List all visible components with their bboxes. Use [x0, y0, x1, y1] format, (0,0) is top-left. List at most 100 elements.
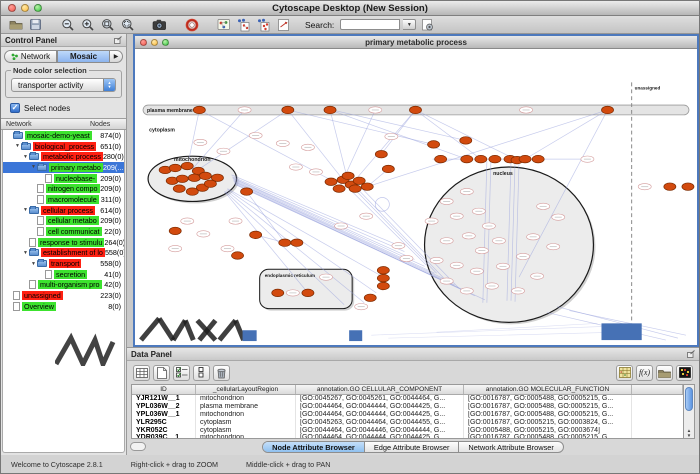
- create-attribute-button[interactable]: [153, 365, 170, 381]
- expander-icon[interactable]: ▼: [14, 143, 21, 149]
- attribute-unselect-button[interactable]: [193, 365, 210, 381]
- graph-node-selected[interactable]: [291, 239, 303, 246]
- graph-node-selected[interactable]: [325, 178, 337, 185]
- graph-node-selected[interactable]: [364, 294, 376, 301]
- graph-node-selected[interactable]: [519, 155, 531, 162]
- graph-node-selected[interactable]: [361, 183, 373, 190]
- network-view-titlebar[interactable]: primary metabolic process: [135, 36, 697, 49]
- search-options-button[interactable]: [419, 17, 436, 32]
- zoom-window-icon[interactable]: [162, 39, 169, 46]
- scrollbar-thumb[interactable]: [685, 387, 693, 411]
- column-header[interactable]: _cellularLayoutRegion: [196, 385, 296, 394]
- graph-node-selected[interactable]: [460, 137, 472, 144]
- graph-node-selected[interactable]: [382, 165, 394, 172]
- tree-row[interactable]: nucleobase-209(0): [3, 173, 124, 184]
- graph-node-selected[interactable]: [186, 188, 198, 195]
- tree-row[interactable]: macromolecule311(0): [3, 194, 124, 205]
- tree-row[interactable]: nitrogen compo209(0): [3, 183, 124, 194]
- graph-node-selected[interactable]: [169, 164, 181, 171]
- minimize-icon[interactable]: [21, 4, 29, 12]
- float-panel-icon[interactable]: [687, 350, 695, 358]
- graph-node-selected[interactable]: [199, 172, 211, 179]
- graph-node-selected[interactable]: [435, 155, 447, 162]
- tree-row[interactable]: secretion41(0): [3, 269, 124, 280]
- tab-edge-attribute-browser[interactable]: Edge Attribute Browser: [365, 442, 460, 452]
- column-header[interactable]: ID: [132, 385, 196, 394]
- graph-node-selected[interactable]: [489, 155, 501, 162]
- graph-node-selected[interactable]: [302, 289, 314, 296]
- graph-node-selected[interactable]: [601, 106, 613, 113]
- zoom-selected-button[interactable]: [119, 17, 136, 32]
- graph-node-selected[interactable]: [475, 155, 487, 162]
- scroll-down-icon[interactable]: ▼: [687, 433, 691, 438]
- attribute-checklist-button[interactable]: [173, 365, 190, 381]
- graph-node-selected[interactable]: [428, 141, 440, 148]
- table-row[interactable]: YKR052Ccytoplasm[GO:0044464, GO:0044446,…: [132, 427, 683, 435]
- expander-icon[interactable]: ▼: [30, 164, 37, 170]
- graph-node-selected[interactable]: [282, 106, 294, 113]
- graph-node-selected[interactable]: [173, 185, 185, 192]
- tree-row[interactable]: ▼transport558(0): [3, 258, 124, 269]
- graph-node-selected[interactable]: [353, 177, 365, 184]
- tree-row[interactable]: cell communicat22(0): [3, 226, 124, 237]
- help-button[interactable]: [183, 17, 200, 32]
- graph-node-selected[interactable]: [193, 106, 205, 113]
- tab-overflow-button[interactable]: ▶: [110, 50, 123, 63]
- float-panel-icon[interactable]: [114, 36, 122, 44]
- graph-node-selected[interactable]: [279, 239, 291, 246]
- graph-node-selected[interactable]: [324, 106, 336, 113]
- graph-node-selected[interactable]: [333, 185, 345, 192]
- tree-row[interactable]: cellular metabo209(0): [3, 216, 124, 227]
- column-header[interactable]: annotation.GO MOLECULAR_FUNCTION: [464, 385, 632, 394]
- graph-node-selected[interactable]: [377, 267, 389, 274]
- snapshot-button[interactable]: [151, 17, 168, 32]
- tree-row[interactable]: ▼primary metabo209(...: [3, 162, 124, 173]
- graph-node-selected[interactable]: [250, 231, 262, 238]
- graph-node-selected[interactable]: [377, 274, 389, 281]
- close-icon[interactable]: [140, 39, 147, 46]
- tree-row[interactable]: ▼establishment of lo558(0): [3, 248, 124, 259]
- select-attributes-button[interactable]: [133, 365, 150, 381]
- table-h-scrollbar[interactable]: [130, 442, 146, 451]
- graph-node-selected[interactable]: [181, 162, 193, 169]
- table-row[interactable]: YLR295Ccytoplasm[GO:0045263, GO:0044464,…: [132, 419, 683, 427]
- formula-builder-button[interactable]: f(x): [636, 365, 653, 381]
- graph-node-selected[interactable]: [188, 174, 200, 181]
- table-scrollbar[interactable]: ▲ ▼: [683, 385, 694, 438]
- zoom-out-button[interactable]: [59, 17, 76, 32]
- node-color-combo[interactable]: transporter activity ▲▼: [11, 78, 116, 92]
- minimize-icon[interactable]: [151, 39, 158, 46]
- graph-node-selected[interactable]: [176, 175, 188, 182]
- tree-row[interactable]: ▼cellular process614(0): [3, 205, 124, 216]
- open-button[interactable]: [7, 17, 24, 32]
- table-row[interactable]: YPL036W__1mitochondrion[GO:0044464, GO:0…: [132, 411, 683, 419]
- graph-node-selected[interactable]: [532, 155, 544, 162]
- graph-node-selected[interactable]: [204, 180, 216, 187]
- network-canvas[interactable]: plasma membranecytoplasmmitochondrionnuc…: [135, 49, 697, 345]
- column-header[interactable]: annotation.GO CELLULAR_COMPONENT: [296, 385, 464, 394]
- tree-row[interactable]: response to stimulu264(0): [3, 237, 124, 248]
- tree-row[interactable]: ▼metabolic process280(0): [3, 151, 124, 162]
- tree-row[interactable]: unassigned223(0): [3, 290, 124, 301]
- tab-node-attribute-browser[interactable]: Node Attribute Browser: [263, 442, 365, 452]
- network-overview-button[interactable]: [215, 17, 232, 32]
- graph-node-selected[interactable]: [342, 172, 354, 179]
- expander-icon[interactable]: ▼: [22, 250, 29, 256]
- graph-node-selected[interactable]: [461, 155, 473, 162]
- tree-row[interactable]: Overview8(0): [3, 301, 124, 312]
- graph-node-selected[interactable]: [377, 282, 389, 289]
- zoom-window-icon[interactable]: [34, 4, 42, 12]
- clone-network-button[interactable]: [235, 17, 252, 32]
- search-dropdown-button[interactable]: ▼: [403, 19, 416, 30]
- graph-node-selected[interactable]: [349, 185, 361, 192]
- graph-node-selected[interactable]: [169, 227, 181, 234]
- table-row[interactable]: YPL036W__2plasma membrane[GO:0044464, GO…: [132, 403, 683, 411]
- vizmapper-button[interactable]: [275, 17, 292, 32]
- zoom-in-button[interactable]: [79, 17, 96, 32]
- tab-network[interactable]: Network: [4, 50, 57, 63]
- graph-node-selected[interactable]: [272, 289, 284, 296]
- select-nodes-checkbox[interactable]: ✓: [10, 103, 20, 113]
- save-button[interactable]: [27, 17, 44, 32]
- graph-node-selected[interactable]: [409, 106, 421, 113]
- heatmap-button[interactable]: [676, 365, 693, 381]
